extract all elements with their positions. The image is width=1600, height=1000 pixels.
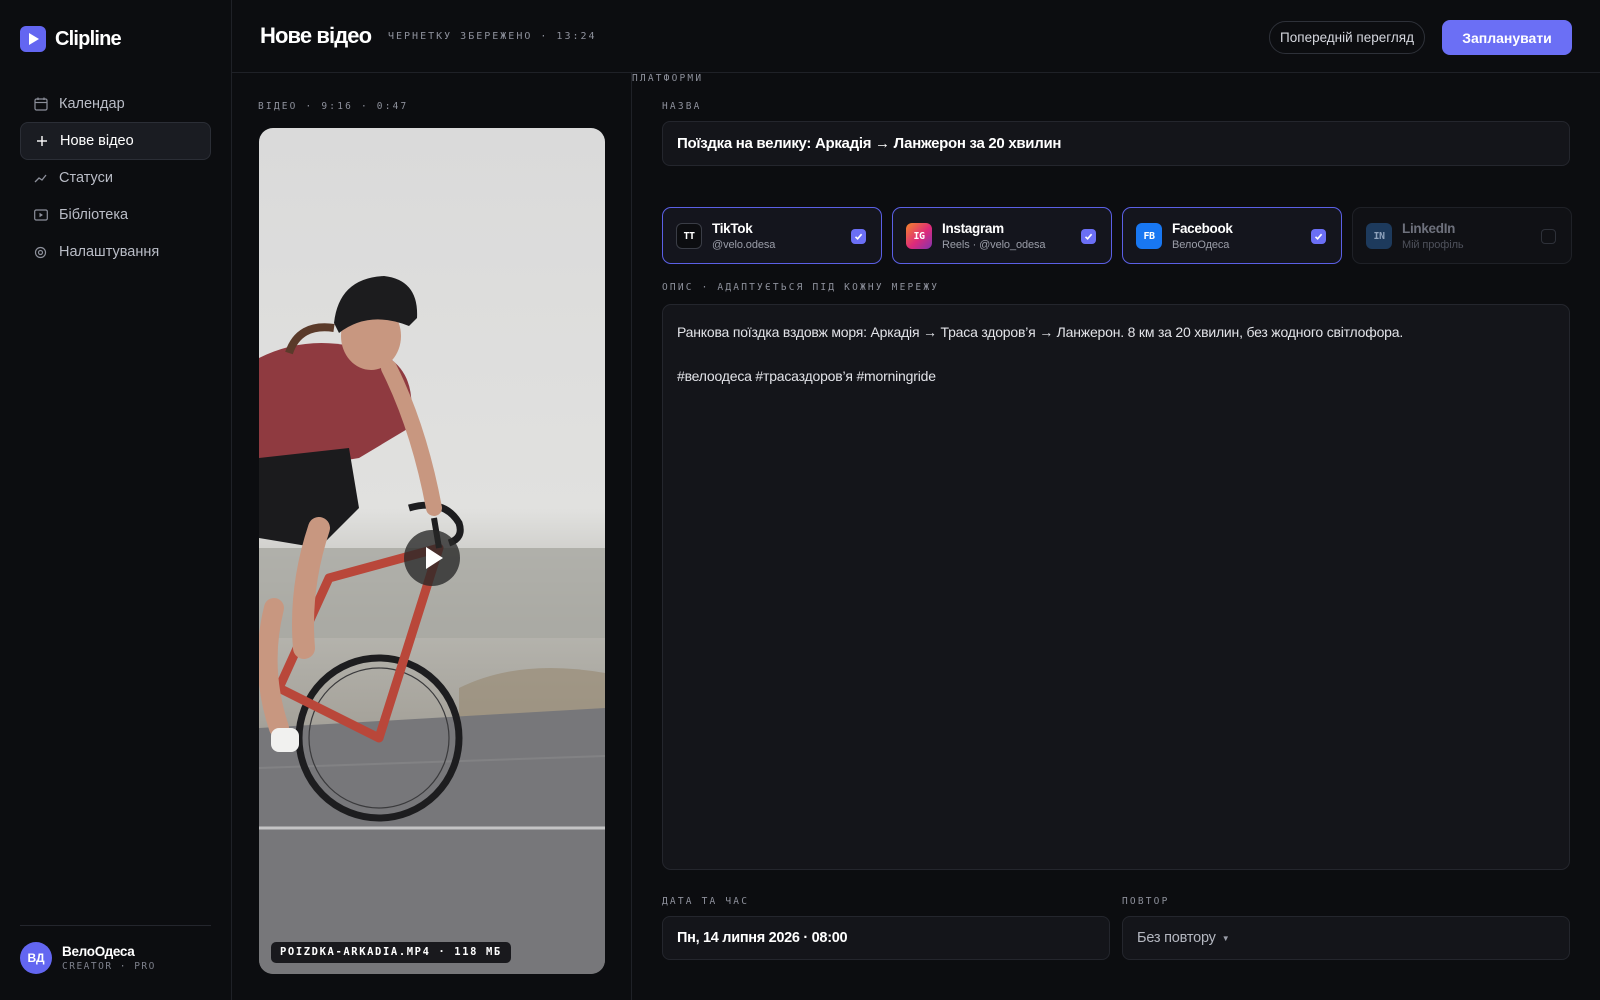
plus-icon <box>34 134 49 149</box>
checkbox-checked-icon[interactable] <box>1081 229 1096 244</box>
platform-list: TT TikTok @velo.odesa IG Instagram Reels… <box>662 207 1572 264</box>
platform-account: Мій профіль <box>1402 239 1464 251</box>
sidebar: Clipline Календар Нове відео Статуси Біб… <box>0 0 232 1000</box>
description-label: ОПИС · АДАПТУЄТЬСЯ ПІД КОЖНУ МЕРЕЖУ <box>662 282 940 293</box>
draft-status: ЧЕРНЕТКУ ЗБЕРЕЖЕНО · 13:24 <box>388 31 597 42</box>
platform-name: Instagram <box>942 221 1004 236</box>
linkedin-icon: IN <box>1366 223 1392 249</box>
tiktok-icon: TT <box>676 223 702 249</box>
sidebar-item-calendar[interactable]: Календар <box>20 85 211 123</box>
platform-card-facebook[interactable]: FB Facebook ВелоОдеса <box>1122 207 1342 264</box>
platform-account: Reels · @velo_odesa <box>942 239 1046 251</box>
avatar: ВД <box>20 942 52 974</box>
sidebar-nav: Календар Нове відео Статуси Бібліотека Н… <box>20 85 211 271</box>
date-time-input[interactable]: Пн, 14 липня 2026 · 08:00 <box>662 916 1110 960</box>
video-preview[interactable]: POIZDKA-ARKADIA.MP4 · 118 МБ <box>259 128 605 974</box>
post-form: НАЗВА Поїздка на велику: Аркадія → Ланже… <box>632 73 1600 1000</box>
schedule-button[interactable]: Запланувати <box>1442 20 1572 55</box>
video-panel: ВІДЕО · 9:16 · 0:47 POIZDKA-ARKADIA.MP4 … <box>232 73 632 1000</box>
sidebar-item-statuses[interactable]: Статуси <box>20 159 211 197</box>
platform-card-linkedin[interactable]: IN LinkedIn Мій профіль <box>1352 207 1572 264</box>
facebook-icon: FB <box>1136 223 1162 249</box>
sidebar-item-library[interactable]: Бібліотека <box>20 196 211 234</box>
sidebar-item-label: Бібліотека <box>59 207 129 223</box>
app-name: Clipline <box>55 27 122 50</box>
preview-button[interactable]: Попередній перегляд <box>1269 21 1425 54</box>
page-title: Нове відео <box>260 23 372 48</box>
sidebar-item-new-video[interactable]: Нове відео <box>20 122 211 160</box>
profile-plan: CREATOR · PRO <box>62 961 156 972</box>
brand[interactable]: Clipline <box>20 26 122 52</box>
video-label: ВІДЕО · 9:16 · 0:47 <box>258 101 409 112</box>
platform-name: LinkedIn <box>1402 221 1456 236</box>
profile-name: ВелоОдеса <box>62 944 135 959</box>
sidebar-item-label: Нове відео <box>60 133 134 149</box>
platform-name: TikTok <box>712 221 753 236</box>
repeat-value: Без повтору <box>1137 930 1216 946</box>
platform-name: Facebook <box>1172 221 1233 236</box>
profile[interactable]: ВД ВелоОдеса CREATOR · PRO <box>20 942 156 974</box>
checkbox-checked-icon[interactable] <box>1311 229 1326 244</box>
page-header: Нове відео ЧЕРНЕТКУ ЗБЕРЕЖЕНО · 13:24 По… <box>232 0 1600 73</box>
platform-card-tiktok[interactable]: TT TikTok @velo.odesa <box>662 207 882 264</box>
description-text: Ранкова поїздка вздовж моря: Аркадія → Т… <box>677 324 1404 340</box>
settings-target-icon <box>33 245 48 260</box>
platform-card-instagram[interactable]: IG Instagram Reels · @velo_odesa <box>892 207 1112 264</box>
description-hashtags: #велоодеса #трасаздоров’я #morningride <box>677 368 936 384</box>
checkbox-checked-icon[interactable] <box>851 229 866 244</box>
sidebar-item-settings[interactable]: Налаштування <box>20 233 211 271</box>
title-label: НАЗВА <box>662 101 702 112</box>
sidebar-item-label: Налаштування <box>59 244 160 260</box>
date-label: ДАТА ТА ЧАС <box>662 896 750 907</box>
platform-account: @velo.odesa <box>712 239 776 251</box>
chevron-down-icon: ▼ <box>1221 933 1230 943</box>
platforms-label: ПЛАТФОРМИ <box>632 73 704 84</box>
description-textarea[interactable]: Ранкова поїздка вздовж моря: Аркадія → Т… <box>662 304 1570 870</box>
trend-line-icon <box>33 171 48 186</box>
file-name-chip: POIZDKA-ARKADIA.MP4 · 118 МБ <box>271 942 511 963</box>
sidebar-divider <box>20 925 211 926</box>
platform-account: ВелоОдеса <box>1172 239 1230 251</box>
repeat-label: ПОВТОР <box>1122 896 1170 907</box>
calendar-icon <box>33 97 48 112</box>
sidebar-item-label: Календар <box>59 96 125 112</box>
checkbox-unchecked-icon[interactable] <box>1541 229 1556 244</box>
play-logo-icon <box>20 26 46 52</box>
title-input[interactable]: Поїздка на велику: Аркадія → Ланжерон за… <box>662 121 1570 166</box>
sidebar-item-label: Статуси <box>59 170 113 186</box>
play-button[interactable] <box>404 530 460 586</box>
instagram-icon: IG <box>906 223 932 249</box>
video-library-icon <box>33 208 48 223</box>
repeat-select[interactable]: Без повтору ▼ <box>1122 916 1570 960</box>
